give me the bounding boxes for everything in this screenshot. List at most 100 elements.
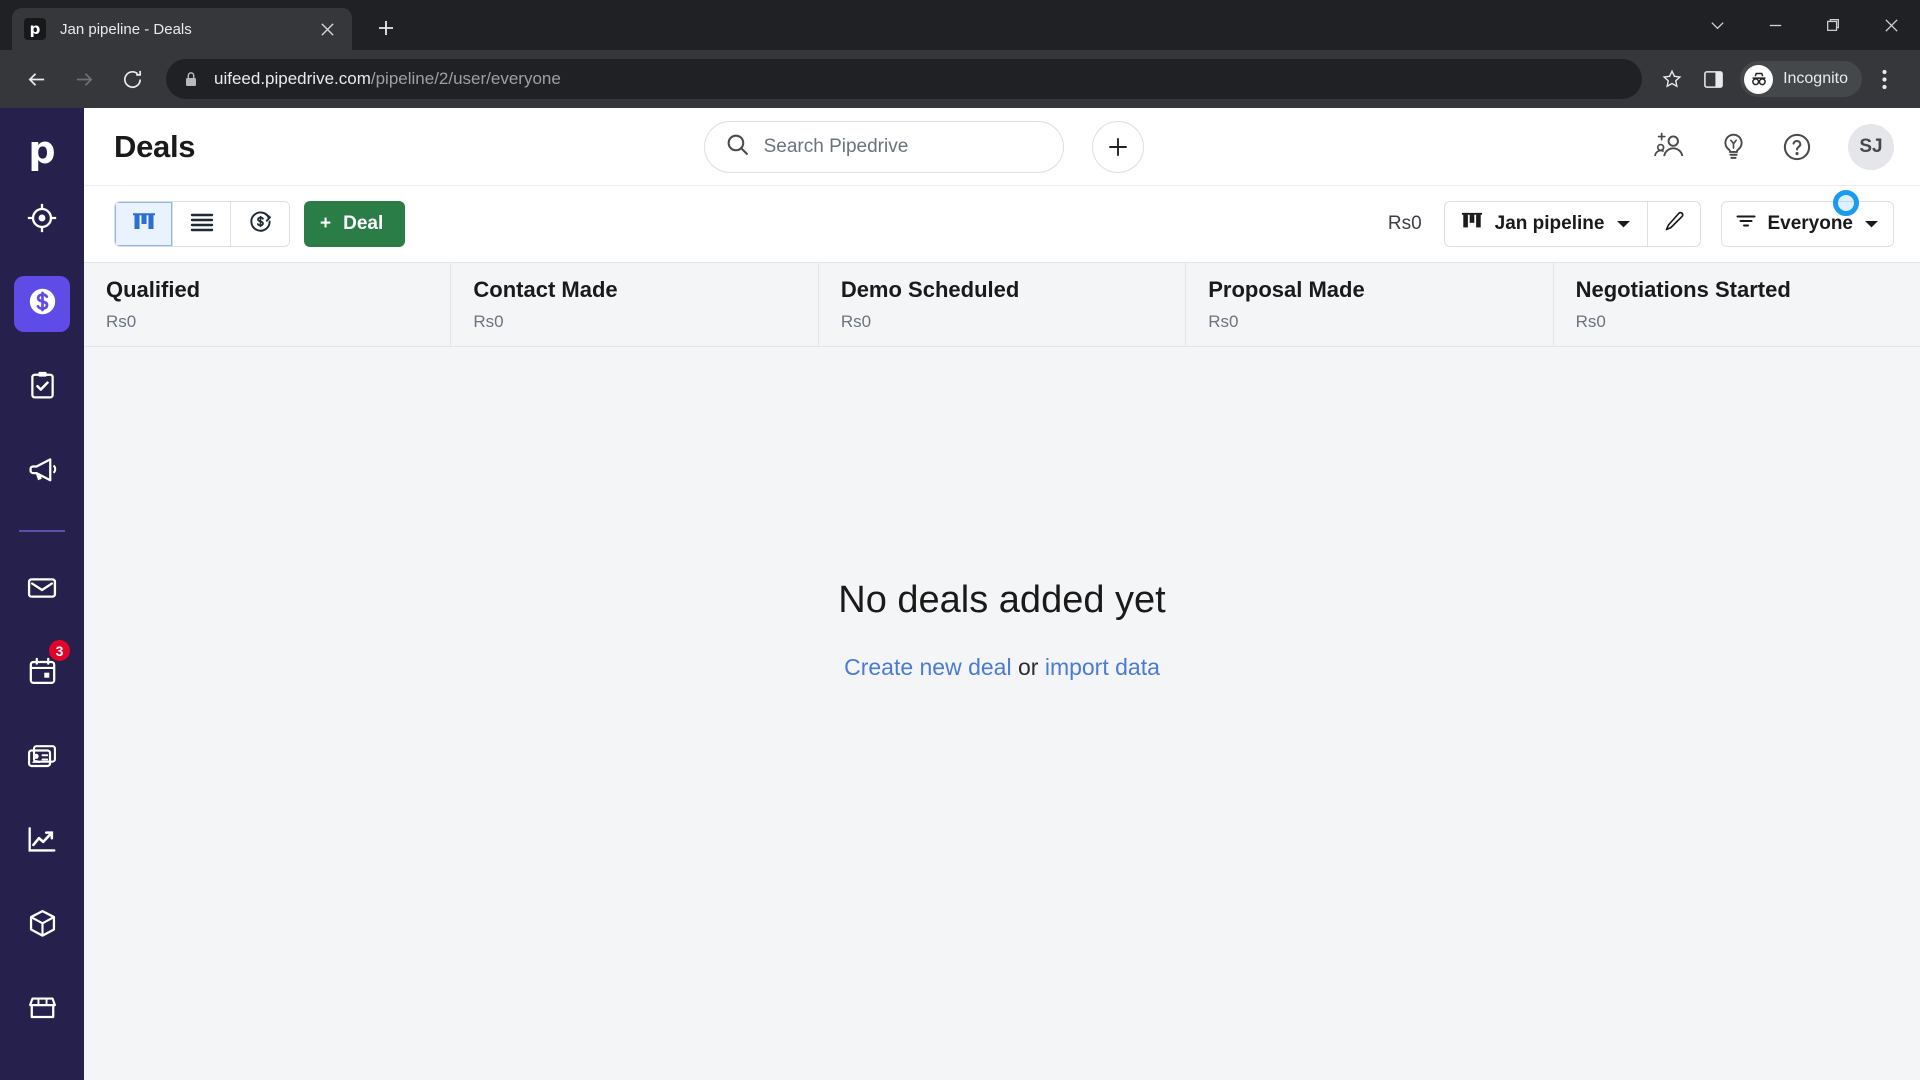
- stage-name: Qualified: [106, 277, 201, 302]
- header-actions: SJ: [1652, 123, 1894, 170]
- chevron-down-icon: [1864, 213, 1879, 235]
- stage-sum: Rs0: [473, 312, 504, 331]
- url-path: /pipeline/2/user/everyone: [370, 69, 561, 88]
- deals-board: No deals added yet Create new deal or im…: [84, 347, 1920, 1080]
- user-avatar[interactable]: SJ: [1848, 123, 1894, 170]
- deals-toolbar: + Deal Rs0 Jan pipeline Everyone: [84, 186, 1920, 262]
- add-deal-button[interactable]: + Deal: [304, 201, 406, 247]
- stage-sum: Rs0: [1208, 312, 1239, 331]
- stage-sum: Rs0: [840, 312, 872, 331]
- view-list[interactable]: [173, 202, 231, 246]
- help-question-icon[interactable]: [1780, 130, 1814, 164]
- pipedrive-logo[interactable]: p: [14, 122, 70, 178]
- stage-column-header[interactable]: Negotiations Started Rs0: [1554, 263, 1920, 346]
- maximize-icon[interactable]: [1804, 0, 1862, 50]
- url-text: uifeed.pipedrive.com/pipeline/2/user/eve…: [214, 69, 561, 89]
- pipedrive-app: p 3 Deals Search Pipedrive SJ + Deal Rs0…: [0, 108, 1920, 1080]
- tab-strip: p Jan pipeline - Deals: [0, 0, 1920, 50]
- sidebar-item-calendar[interactable]: 3: [14, 638, 72, 702]
- invite-user-icon[interactable]: [1652, 130, 1686, 164]
- pipeline-controls: Jan pipeline: [1443, 201, 1702, 247]
- stage-sum: Rs0: [1575, 312, 1606, 331]
- header-center: Search Pipedrive: [195, 120, 1652, 173]
- create-new-deal-link[interactable]: Create new deal: [844, 654, 1012, 680]
- back-arrow-icon[interactable]: [14, 57, 58, 101]
- close-window-icon[interactable]: [1862, 0, 1920, 50]
- side-panel-icon[interactable]: [1692, 58, 1734, 100]
- app-sidebar: p 3: [0, 108, 84, 1080]
- lock-icon: [182, 71, 200, 87]
- stage-column-header[interactable]: Demo Scheduled Rs0: [819, 263, 1187, 346]
- pipeline-selector[interactable]: Jan pipeline: [1445, 202, 1649, 246]
- dollar-coin-icon: [26, 285, 59, 323]
- envelope-icon: [26, 572, 58, 609]
- sidebar-item-leads[interactable]: [14, 192, 70, 248]
- stage-name: Demo Scheduled: [840, 277, 1020, 302]
- view-toggle-group: [114, 201, 290, 247]
- tab-search-chevron-icon[interactable]: [1688, 0, 1746, 50]
- add-deal-label: Deal: [343, 213, 384, 234]
- page-title: Deals: [114, 128, 196, 164]
- stage-sum: Rs0: [106, 312, 137, 331]
- address-bar[interactable]: uifeed.pipedrive.com/pipeline/2/user/eve…: [166, 59, 1643, 99]
- pencil-icon: [1663, 210, 1686, 238]
- kanban-icon: [132, 210, 156, 239]
- main-content: Deals Search Pipedrive SJ + Deal Rs0 Jan…: [84, 108, 1920, 1080]
- line-chart-icon: [26, 824, 58, 861]
- app-header: Deals Search Pipedrive SJ: [84, 108, 1920, 186]
- megaphone-icon: [27, 454, 58, 490]
- sidebar-item-marketplace[interactable]: [14, 982, 70, 1038]
- new-tab-plus-icon[interactable]: [366, 8, 406, 48]
- filter-icon: [1736, 213, 1756, 235]
- incognito-avatar-icon: [1744, 64, 1774, 94]
- chevron-down-icon: [1616, 213, 1631, 235]
- import-data-link[interactable]: import data: [1045, 654, 1160, 680]
- browser-window: p Jan pipeline - Deals uifeed.pipedrive.…: [0, 0, 1920, 1080]
- calendar-badge: 3: [47, 638, 72, 663]
- filter-everyone-button[interactable]: Everyone: [1721, 190, 1894, 247]
- sidebar-item-contacts[interactable]: [14, 730, 70, 786]
- view-forecast[interactable]: [231, 202, 289, 246]
- close-icon[interactable]: [314, 16, 340, 42]
- search-icon: [725, 132, 750, 162]
- list-icon: [190, 212, 214, 237]
- box-icon: [27, 908, 58, 944]
- sidebar-item-activities[interactable]: [14, 360, 70, 416]
- empty-state-actions: Create new deal or import data: [844, 654, 1160, 681]
- storefront-icon: [27, 992, 58, 1028]
- incognito-label: Incognito: [1783, 70, 1848, 87]
- edit-pipeline-button[interactable]: [1648, 202, 1700, 246]
- stage-header-row: Qualified Rs0 Contact Made Rs0 Demo Sche…: [84, 262, 1920, 347]
- minimize-icon[interactable]: [1746, 0, 1804, 50]
- quick-add-button[interactable]: [1091, 120, 1144, 173]
- browser-tab[interactable]: p Jan pipeline - Deals: [12, 8, 352, 50]
- tab-title: Jan pipeline - Deals: [60, 20, 192, 38]
- plus-icon: +: [320, 213, 332, 234]
- sidebar-item-insights[interactable]: [14, 814, 70, 870]
- url-domain: uifeed.pipedrive.com: [214, 69, 371, 88]
- pipeline-name: Jan pipeline: [1494, 213, 1605, 234]
- click-ring-indicator: [1833, 190, 1859, 216]
- stage-column-header[interactable]: Qualified Rs0: [84, 263, 452, 346]
- lightbulb-icon[interactable]: [1716, 130, 1750, 164]
- stage-column-header[interactable]: Contact Made Rs0: [451, 263, 819, 346]
- reload-icon[interactable]: [110, 57, 154, 101]
- incognito-badge[interactable]: Incognito: [1740, 61, 1862, 97]
- contact-card-icon: [26, 740, 58, 777]
- three-dot-menu-icon[interactable]: [1862, 69, 1906, 90]
- window-controls: [1688, 0, 1920, 50]
- stage-name: Proposal Made: [1208, 277, 1365, 302]
- forward-arrow-icon: [62, 57, 106, 101]
- sidebar-item-products[interactable]: [14, 898, 70, 954]
- view-pipeline[interactable]: [115, 202, 173, 246]
- forecast-dollar-icon: [248, 209, 273, 239]
- star-icon[interactable]: [1652, 68, 1692, 90]
- empty-state-conjunction: or: [1011, 654, 1045, 680]
- kanban-icon: [1461, 210, 1483, 238]
- sidebar-item-campaigns[interactable]: [14, 444, 70, 500]
- browser-toolbar: uifeed.pipedrive.com/pipeline/2/user/eve…: [0, 50, 1920, 108]
- search-input[interactable]: Search Pipedrive: [703, 120, 1064, 173]
- sidebar-item-mail[interactable]: [14, 562, 70, 618]
- sidebar-item-deals[interactable]: [14, 276, 70, 332]
- stage-column-header[interactable]: Proposal Made Rs0: [1186, 263, 1554, 346]
